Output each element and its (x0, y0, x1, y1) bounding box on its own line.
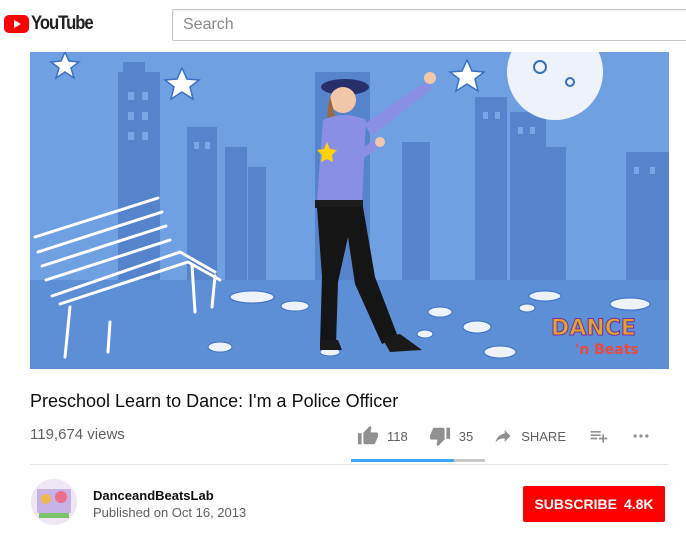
subscribe-button[interactable]: SUBSCRIBE 4.8K (523, 486, 665, 522)
publish-date: Published on Oct 16, 2013 (93, 505, 247, 520)
thumbs-up-icon (357, 425, 379, 445)
share-label: SHARE (521, 428, 566, 444)
share-icon (495, 430, 511, 443)
channel-name: DanceandBeatsLab (93, 488, 214, 503)
divider (30, 464, 668, 465)
share-button[interactable]: SHARE (492, 426, 566, 446)
sentiment-bar-fill (351, 459, 455, 462)
subscriber-count: 4.8K (623, 496, 654, 512)
thumbs-down-icon (429, 427, 450, 447)
like-button[interactable]: 118 (356, 425, 408, 447)
video-actions: 118 35 SHARE (356, 424, 652, 448)
more-actions-button[interactable] (630, 426, 652, 446)
watermark-line1: DANCE (551, 316, 636, 341)
add-to-playlist-icon (590, 431, 608, 443)
channel-avatar[interactable] (31, 479, 77, 525)
more-icon (633, 434, 649, 438)
subscribe-label: SUBSCRIBE (534, 496, 617, 512)
video-title: Preschool Learn to Dance: I'm a Police O… (30, 391, 399, 411)
watermark-line2: 'n Beats (575, 342, 639, 358)
add-to-playlist-button[interactable] (588, 426, 610, 446)
channel-avatar-image (31, 479, 77, 525)
sentiment-bar (351, 459, 485, 462)
search-input[interactable]: Search (172, 9, 686, 41)
logo-text: YouTube (31, 13, 94, 34)
video-player[interactable]: DANCE 'n Beats (30, 52, 669, 369)
youtube-logo[interactable]: YouTube (4, 13, 101, 35)
like-count: 118 (387, 428, 408, 444)
video-frame: DANCE 'n Beats (30, 52, 669, 369)
youtube-logo-icon (4, 15, 29, 33)
masthead: YouTube Search (0, 0, 686, 52)
view-count: 119,674 views (30, 426, 125, 443)
dislike-count: 35 (458, 428, 474, 444)
dislike-button[interactable]: 35 (428, 425, 473, 447)
